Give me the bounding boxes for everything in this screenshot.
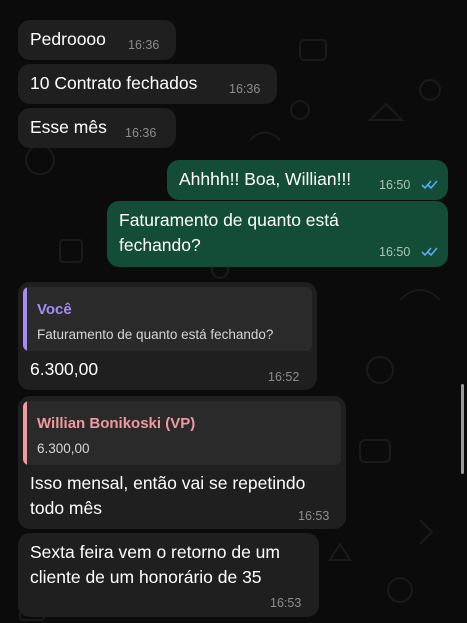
message-time: 16:50: [379, 245, 411, 259]
quoted-author: Willian Bonikoski (VP): [37, 415, 196, 432]
quote-accent-bar: [23, 401, 27, 465]
message-text: Ahhhh!! Boa, Willian!!!: [179, 169, 352, 189]
incoming-reply-message[interactable]: Você Faturamento de quanto está fechando…: [18, 282, 317, 390]
message-time: 16:50: [379, 178, 411, 192]
message-time: 16:36: [125, 126, 157, 140]
message-text: 6.300,00: [30, 359, 99, 379]
incoming-message[interactable]: Esse mês 16:36: [18, 108, 176, 148]
read-receipt-icon: [421, 180, 438, 190]
message-text-line-1: Faturamento de quanto está: [119, 210, 339, 230]
message-text-line-2: fechando?: [119, 235, 201, 255]
message-text: Esse mês: [30, 117, 107, 137]
incoming-message[interactable]: Pedroooo 16:36: [18, 20, 176, 60]
message-text: Pedroooo: [30, 29, 106, 49]
quote-accent-bar: [23, 287, 27, 351]
quoted-text: Faturamento de quanto está fechando?: [37, 327, 274, 342]
quoted-message[interactable]: Willian Bonikoski (VP) 6.300,00: [23, 401, 341, 465]
incoming-message[interactable]: 10 Contrato fechados 16:36: [18, 64, 277, 104]
quoted-text: 6.300,00: [37, 441, 90, 456]
message-time: 16:36: [128, 38, 160, 52]
message-time: 16:53: [270, 596, 302, 610]
quoted-message[interactable]: Você Faturamento de quanto está fechando…: [23, 287, 312, 351]
message-text: 10 Contrato fechados: [30, 73, 198, 93]
quoted-author: Você: [37, 301, 72, 318]
incoming-reply-message[interactable]: Willian Bonikoski (VP) 6.300,00 Isso men…: [18, 396, 346, 529]
message-time: 16:36: [229, 82, 261, 96]
message-text-line-2: cliente de um honorário de 35: [30, 567, 262, 587]
outgoing-message[interactable]: Faturamento de quanto está fechando? 16:…: [107, 201, 448, 267]
message-text-line-1: Sexta feira vem o retorno de um: [30, 542, 280, 562]
message-time: 16:52: [268, 370, 300, 384]
read-receipt-icon: [421, 247, 438, 257]
outgoing-message[interactable]: Ahhhh!! Boa, Willian!!! 16:50: [167, 160, 448, 200]
message-text-line-1: Isso mensal, então vai se repetindo: [30, 473, 306, 493]
message-text-line-2: todo mês: [30, 498, 102, 518]
incoming-message[interactable]: Sexta feira vem o retorno de um cliente …: [18, 533, 319, 617]
chat-scrollbar[interactable]: [461, 384, 464, 474]
message-time: 16:53: [298, 509, 330, 523]
